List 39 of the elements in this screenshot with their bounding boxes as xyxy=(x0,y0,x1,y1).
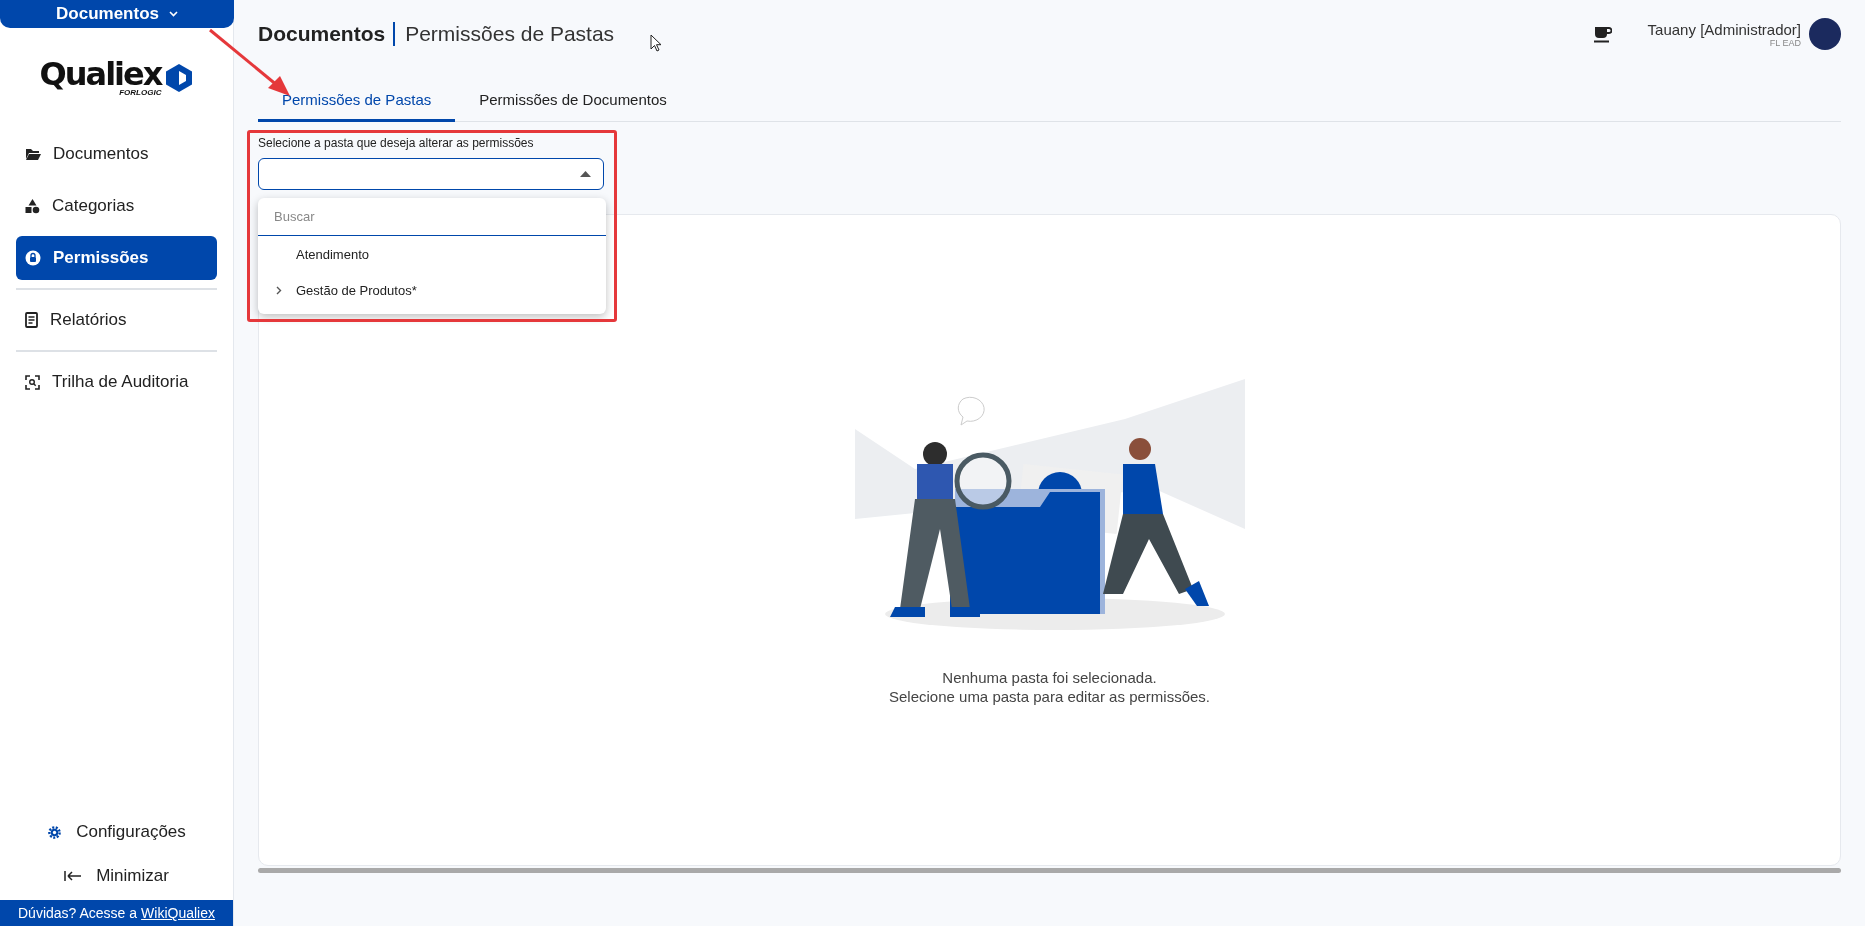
logo-wordmark: Qualiex xyxy=(39,59,162,89)
folder-option[interactable]: Atendimento xyxy=(258,236,606,272)
collapse-arrow-icon xyxy=(64,870,83,882)
sidebar-item[interactable]: Categorias xyxy=(16,184,217,228)
caret-up-icon xyxy=(580,171,591,177)
help-text: Dúvidas? Acesse a xyxy=(18,905,138,921)
chevron-down-icon xyxy=(169,11,178,17)
module-switcher[interactable]: Documentos xyxy=(0,0,234,28)
wiki-link[interactable]: WikiQualiex xyxy=(141,905,215,921)
coffee-cup-icon[interactable] xyxy=(1593,25,1612,43)
scan-icon xyxy=(25,374,40,390)
sidebar-item[interactable]: Relatórios xyxy=(16,298,217,342)
horizontal-scrollbar[interactable] xyxy=(258,868,1841,873)
search-field[interactable]: Buscar xyxy=(258,198,606,236)
report-icon xyxy=(25,312,38,328)
lock-icon xyxy=(25,250,41,266)
user-avatar[interactable] xyxy=(1809,18,1841,50)
mouse-pointer-icon xyxy=(650,34,663,52)
sidebar-item[interactable]: Trilha de Auditoria xyxy=(16,360,217,404)
minimize-button[interactable]: Minimizar xyxy=(0,854,233,898)
sidebar-item[interactable]: Permissões xyxy=(16,236,217,280)
folder-icon xyxy=(25,147,41,161)
field-label: Selecione a pasta que deseja alterar as permissões xyxy=(258,136,535,150)
user-unit: FL EAD xyxy=(1769,37,1801,48)
empty-state-text: Selecione uma pasta para editar as permissões. xyxy=(889,687,1210,706)
logo-tagline: FORLOGIC xyxy=(119,88,162,97)
chevron-right-icon xyxy=(276,285,282,295)
sidebar-item[interactable]: Documentos xyxy=(16,132,217,176)
settings-icon xyxy=(47,824,63,840)
settings-button[interactable]: Configurações xyxy=(0,810,233,854)
shapes-icon xyxy=(25,198,40,214)
folder-option[interactable]: Gestão de Produtos* xyxy=(258,272,606,308)
page-title: Permissões de Pastas xyxy=(404,22,615,46)
user-name: Tauany [Administrador] xyxy=(1647,20,1801,38)
empty-state-text: Nenhuma pasta foi selecionada. xyxy=(942,668,1157,687)
tab[interactable]: Permissões de Documentos xyxy=(455,80,691,122)
folder-select[interactable] xyxy=(258,158,604,190)
module-title: Documentos xyxy=(258,22,396,46)
cube-logo-icon xyxy=(165,63,194,93)
